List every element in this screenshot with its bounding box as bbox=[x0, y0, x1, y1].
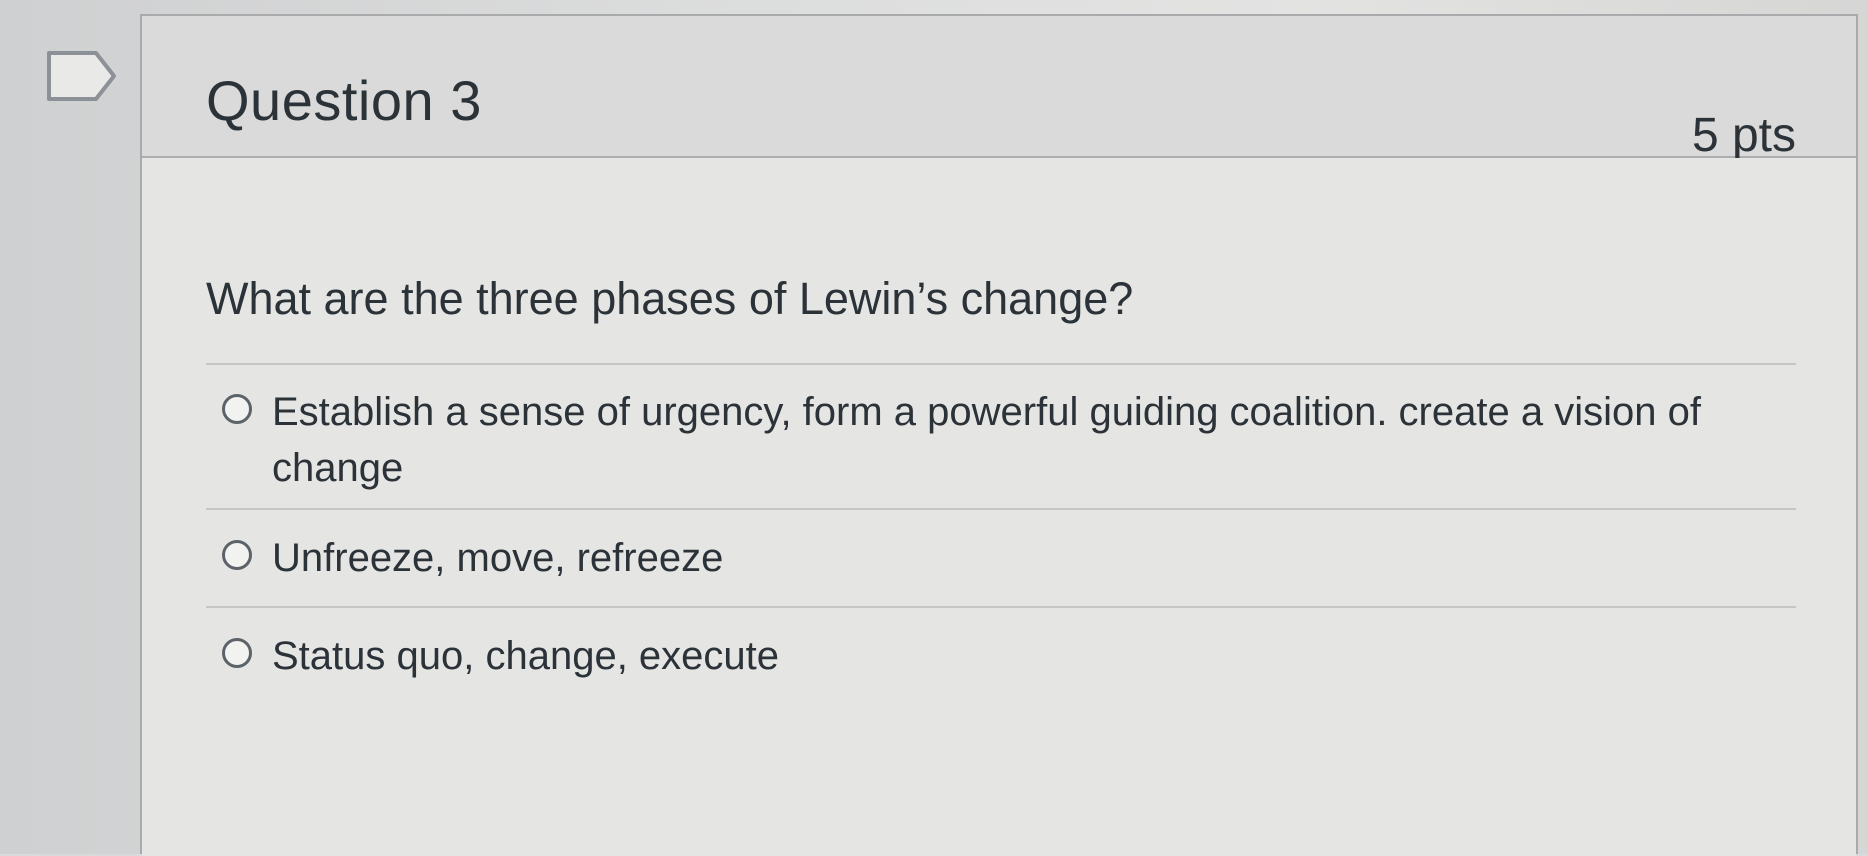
answer-option-2[interactable]: Unfreeze, move, refreeze bbox=[222, 530, 1782, 586]
question-title: Question 3 bbox=[206, 69, 482, 132]
answer-divider bbox=[206, 363, 1796, 365]
screen: Question 3 5 pts What are the three phas… bbox=[0, 0, 1868, 856]
question-points: 5 pts bbox=[1691, 109, 1796, 162]
question-text: What are the three phases of Lewin’s cha… bbox=[206, 273, 1134, 324]
radio-unchecked-icon[interactable] bbox=[222, 638, 252, 668]
radio-unchecked-icon[interactable] bbox=[222, 540, 252, 570]
answer-option-3[interactable]: Status quo, change, execute bbox=[222, 628, 1782, 684]
answer-divider bbox=[206, 508, 1796, 510]
question-header: Question 3 5 pts bbox=[142, 16, 1856, 162]
answer-option-1[interactable]: Establish a sense of urgency, form a pow… bbox=[222, 384, 1782, 496]
answer-option-label[interactable]: Status quo, change, execute bbox=[272, 628, 779, 684]
answer-divider bbox=[206, 606, 1796, 608]
answer-option-label[interactable]: Establish a sense of urgency, form a pow… bbox=[272, 384, 1782, 496]
flag-question-icon[interactable] bbox=[46, 50, 118, 102]
question-card: Question 3 5 pts What are the three phas… bbox=[140, 14, 1858, 856]
answer-option-label[interactable]: Unfreeze, move, refreeze bbox=[272, 530, 723, 586]
radio-unchecked-icon[interactable] bbox=[222, 394, 252, 424]
question-body: What are the three phases of Lewin’s cha… bbox=[142, 158, 1856, 856]
